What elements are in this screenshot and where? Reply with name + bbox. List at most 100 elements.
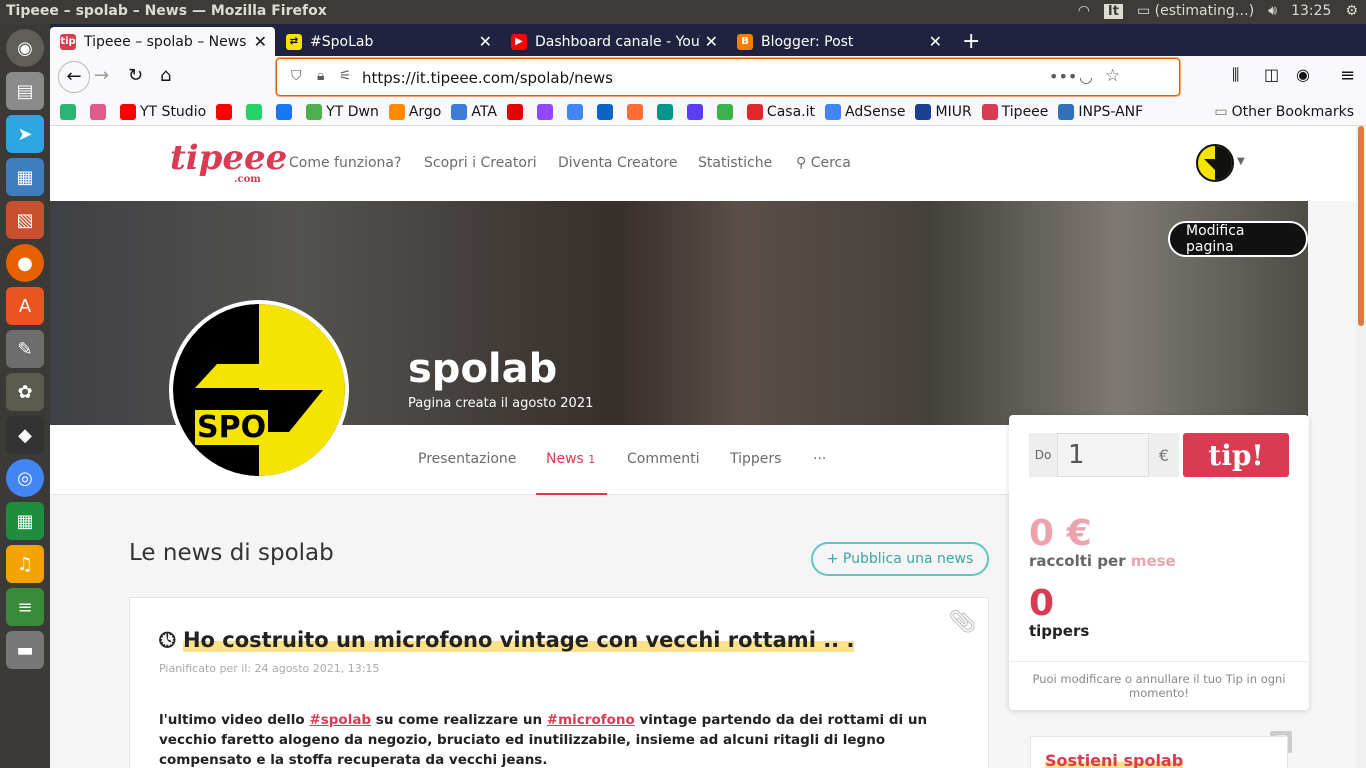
calc-icon[interactable]: ▦ [6,502,44,540]
volume-icon[interactable]: 🔊︎ [1268,3,1277,19]
tipeee-logo[interactable]: tipeee .com [170,138,287,185]
bookmark-item[interactable] [216,103,236,120]
menu-diventa-creatore[interactable]: Diventa Creatore [558,155,678,171]
tab-commenti[interactable]: Commenti [627,451,699,467]
twitch-icon [536,103,553,120]
audacity-icon[interactable]: ♫ [6,545,44,583]
scrollbar-thumb[interactable] [1358,126,1364,326]
bookmark-item[interactable]: YT Studio [120,103,206,120]
publish-news-button[interactable]: + Pubblica una news [811,542,989,576]
inkscape-icon[interactable]: ◆ [6,416,44,454]
tip-button[interactable]: tip! [1183,433,1289,477]
settings-gear-icon[interactable]: ⚙ [1345,3,1358,19]
address-bar[interactable]: ⛉ 🔒︎ ⚟ https://it.tipeee.com/spolab/news… [276,58,1180,96]
app-stack-icon[interactable]: ≡ [6,588,44,626]
bookmark-star-icon[interactable]: ☆ [1105,66,1120,86]
tab-presentazione[interactable]: Presentazione [418,451,516,467]
library-icon[interactable]: ⫼ [1232,65,1239,85]
close-tab-icon[interactable]: ✕ [479,32,492,51]
page-scrollbar[interactable] [1356,126,1366,768]
printer-icon[interactable]: ▬ [6,631,44,669]
period-selector[interactable]: mese [1131,552,1176,570]
forward-arrow-icon[interactable]: → [94,65,109,86]
bookmark-item[interactable] [566,103,587,120]
bookmark-item[interactable] [246,103,266,120]
firefox-icon[interactable]: ● [6,244,44,282]
collected-label: raccolti per mese [1029,552,1176,570]
software-center-icon[interactable]: A [6,287,44,325]
bookmark-item[interactable] [716,103,737,120]
tab-tipeee[interactable]: tip Tipeee – spolab – News ✕ [50,27,275,56]
wifi-icon[interactable]: ◠ [1078,3,1090,19]
bookmark-item[interactable] [60,103,80,120]
bookmark-item[interactable] [90,103,110,120]
sidebar-icon[interactable]: ◫ [1264,65,1279,84]
tip-amount-input[interactable]: 1 [1057,433,1149,477]
tab-spolab[interactable]: ⇄ #SpoLab ✕ [276,27,500,56]
ubuntu-dash-icon[interactable]: ◉ [6,29,44,67]
bookmark-item[interactable] [506,103,527,120]
news-post: 📎︎ 🕓︎ Ho costruito un microfono vintage … [129,597,989,768]
writer-icon[interactable]: ▦ [6,158,44,196]
tab-blogger[interactable]: B Blogger: Post ✕ [727,27,950,56]
tracking-shield-icon[interactable]: ⛉ [291,68,302,84]
reload-icon[interactable]: ↻ [128,65,143,86]
pocket-icon[interactable]: ◡ [1079,67,1093,86]
tab-tippers[interactable]: Tippers [730,451,781,467]
hashtag-link[interactable]: #microfono [547,712,635,728]
url-text[interactable]: https://it.tipeee.com/spolab/news [362,69,613,87]
bookmark-item[interactable]: ATA [451,103,497,120]
bookmark-item[interactable]: Argo [388,103,441,120]
tab-news[interactable]: News 1 [535,451,608,495]
more-tabs-icon[interactable]: ··· [813,451,826,467]
bookmark-item[interactable] [686,103,707,120]
account-icon[interactable]: ◉ [1296,65,1310,84]
bookmark-item[interactable]: MIUR [915,103,972,120]
other-bookmarks[interactable]: ▭ Other Bookmarks [1214,104,1354,120]
close-tab-icon[interactable]: ✕ [254,32,267,51]
menu-scopri-creatori[interactable]: Scopri i Creatori [424,155,537,171]
search-link[interactable]: ⚲ Cerca [796,155,851,171]
keyboard-layout-indicator[interactable]: It [1103,3,1123,19]
menu-come-funziona[interactable]: Come funziona? [289,155,401,171]
post-title[interactable]: 🕓︎ Ho costruito un microfono vintage con… [159,628,855,653]
bookmark-item[interactable]: Tipeee [981,103,1048,120]
gimp-icon[interactable]: ✿ [6,373,44,411]
page-actions-icon[interactable]: ••• [1049,67,1077,86]
bookmark-item[interactable]: Casa.it [746,103,815,120]
bookmark-item[interactable] [276,103,296,120]
edit-page-button[interactable]: Modifica pagina [1168,221,1308,257]
close-tab-icon[interactable]: ✕ [705,32,718,51]
bookmark-item[interactable]: AdSense [824,103,905,120]
files-icon[interactable]: ▤ [6,72,44,110]
permissions-icon[interactable]: ⚟ [339,68,352,84]
tab-youtube-dashboard[interactable]: ▶ Dashboard canale - YouT ✕ [501,27,726,56]
home-icon[interactable]: ⌂ [160,65,171,86]
bookmark-item[interactable] [626,103,647,120]
chrome-icon[interactable]: ◎ [6,459,44,497]
bookmark-item[interactable] [596,103,617,120]
clock[interactable]: 13:25 [1291,3,1331,19]
paperclip-icon[interactable]: 📎︎ [948,610,976,635]
hamburger-menu-icon[interactable]: ≡ [1340,65,1355,86]
hashtag-link[interactable]: #spolab [309,712,371,728]
battery-status[interactable]: ▭ (estimating…) [1137,3,1254,19]
impress-icon[interactable]: ▧ [6,201,44,239]
new-tab-button[interactable]: + [952,27,982,56]
chevron-down-icon[interactable]: ▼ [1237,156,1245,167]
search-icon: ⚲ [796,155,807,171]
youtube-icon: ▶ [511,33,527,50]
currency-symbol: € [1158,445,1170,465]
lock-icon[interactable]: 🔒︎ [317,68,324,84]
menu-statistiche[interactable]: Statistiche [698,155,772,171]
telegram-icon[interactable]: ➤ [6,115,44,153]
close-tab-icon[interactable]: ✕ [929,32,942,51]
user-avatar[interactable] [1196,144,1234,182]
bookmark-item[interactable]: INPS-ANF [1058,103,1143,120]
tipeee-icon: tip [60,33,76,50]
system-tools-icon[interactable]: ✎ [6,330,44,368]
back-arrow-icon[interactable]: ← [58,61,90,93]
bookmark-item[interactable]: YT Dwn [306,103,379,120]
bookmark-item[interactable] [536,103,557,120]
bookmark-item[interactable] [656,103,677,120]
